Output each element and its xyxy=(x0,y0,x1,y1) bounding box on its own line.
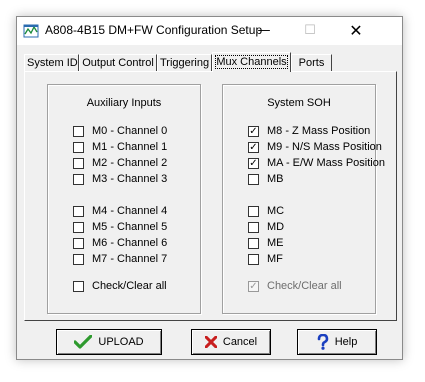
soh-check-clear-checkbox: ✓ xyxy=(248,281,259,292)
help-button-label: Help xyxy=(334,336,358,349)
close-button[interactable]: ✕ xyxy=(333,17,379,45)
tab-ports[interactable]: Ports xyxy=(291,54,332,71)
soh-md-checkbox[interactable] xyxy=(248,222,259,233)
tab-triggering[interactable]: Triggering xyxy=(157,54,212,71)
tab-output-control[interactable]: Output Control xyxy=(79,54,157,71)
title-bar: A808-4B15 DM+FW Configuration Setup — ☐ … xyxy=(17,17,402,45)
green-checkmark-icon xyxy=(74,335,93,349)
minimize-button[interactable]: — xyxy=(241,17,287,45)
aux-m5-checkbox[interactable] xyxy=(73,222,84,233)
upload-button[interactable]: UPLOAD xyxy=(56,329,162,355)
cancel-button-label: Cancel xyxy=(222,336,258,349)
soh-mf-checkbox[interactable] xyxy=(248,254,259,265)
aux-m7-checkbox[interactable] xyxy=(73,254,84,265)
soh-me-checkbox[interactable] xyxy=(248,238,259,249)
aux-check-clear-checkbox[interactable] xyxy=(73,281,84,292)
app-icon xyxy=(23,24,39,38)
help-button[interactable]: Help xyxy=(297,329,377,355)
aux-m6-checkbox[interactable] xyxy=(73,238,84,249)
system-soh-title: System SOH xyxy=(267,97,331,109)
mux-channels-panel: Auxiliary Inputs M0 - Channel 0 M1 - Cha… xyxy=(24,71,397,321)
red-x-icon xyxy=(204,336,217,349)
tab-mux-channels[interactable]: Mux Channels xyxy=(212,52,291,72)
soh-m9-checkbox[interactable]: ✓ xyxy=(248,142,259,153)
system-soh-group: System SOH ✓ M8 - Z Mass Position ✓ M9 - N… xyxy=(222,84,385,314)
config-dialog: A808-4B15 DM+FW Configuration Setup — ☐ … xyxy=(16,16,403,360)
soh-ma-checkbox[interactable]: ✓ xyxy=(248,158,259,169)
window-title: A808-4B15 DM+FW Configuration Setup xyxy=(45,23,263,37)
upload-button-label: UPLOAD xyxy=(98,336,144,349)
question-mark-icon xyxy=(317,334,328,350)
soh-mc-checkbox[interactable] xyxy=(248,206,259,217)
tab-system-id[interactable]: System ID xyxy=(24,54,79,71)
aux-m2-checkbox[interactable] xyxy=(73,158,84,169)
auxiliary-inputs-title: Auxiliary Inputs xyxy=(86,97,162,109)
aux-m3-checkbox[interactable] xyxy=(73,174,84,185)
soh-mb-checkbox[interactable] xyxy=(248,174,259,185)
cancel-button[interactable]: Cancel xyxy=(191,329,271,355)
aux-m4-checkbox[interactable] xyxy=(73,206,84,217)
aux-m0-checkbox[interactable] xyxy=(73,126,84,137)
soh-m8-checkbox[interactable]: ✓ xyxy=(248,126,259,137)
auxiliary-inputs-group: Auxiliary Inputs M0 - Channel 0 M1 - Cha… xyxy=(47,84,201,314)
maximize-button[interactable]: ☐ xyxy=(287,17,333,45)
aux-m1-checkbox[interactable] xyxy=(73,142,84,153)
